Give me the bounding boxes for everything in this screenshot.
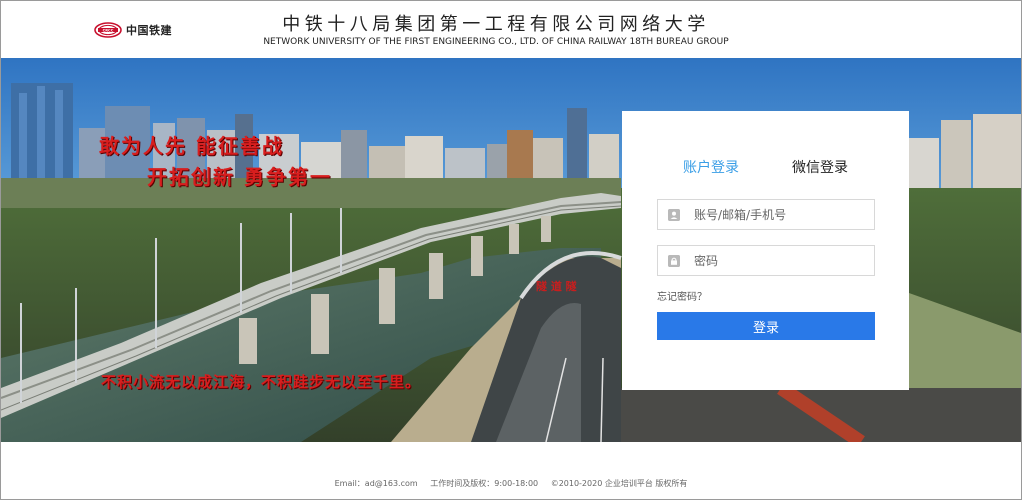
lock-icon [668, 254, 680, 267]
login-button[interactable]: 登录 [657, 312, 875, 340]
login-tabs: 账户登录 微信登录 [622, 157, 909, 179]
password-field[interactable] [657, 245, 875, 276]
footer-email: Email：ad@163.com [334, 479, 418, 488]
password-input[interactable] [692, 252, 866, 269]
page-frame: CRCC 中国铁建 中铁十八局集团第一工程有限公司网络大学 NETWORK UN… [0, 0, 1022, 500]
site-title-en: NETWORK UNIVERSITY OF THE FIRST ENGINEER… [263, 37, 729, 47]
forgot-password-link[interactable]: 忘记密码？ [657, 288, 707, 303]
user-icon [668, 208, 680, 221]
footer-copyright: ©2010-2020 企业培训平台 版权所有 [550, 479, 688, 488]
login-card: 账户登录 微信登录 账号/邮箱/手机号 忘记密码？ 登录 [622, 111, 909, 390]
site-title-cn: 中铁十八局集团第一工程有限公司网络大学 [282, 14, 710, 35]
tunnel-sign-text: 隧 道 隧 [536, 279, 577, 293]
slogan-line-3: 不积小流无以成江海，不积跬步无以至千里。 [101, 373, 422, 391]
crcc-logo-icon: CRCC [94, 22, 122, 38]
site-footer: Email：ad@163.com 工作时间及版权：9:00-18:00 ©201… [1, 442, 1021, 499]
username-field[interactable] [657, 199, 875, 230]
hero-banner: 隧 道 隧 敢为人先 能征善战 开拓创新 勇争第一 不积小流无以成江海，不积跬步… [1, 58, 1021, 442]
slogan-line-1: 敢为人先 能征善战 [99, 134, 284, 158]
footer-hours: 工作时间及版权：9:00-18:00 [430, 479, 539, 488]
tab-wechat-login[interactable]: 微信登录 [792, 157, 848, 177]
logo-text: 中国铁建 [126, 24, 172, 37]
crcc-logo-mark-text: CRCC [103, 28, 114, 32]
crcc-logo[interactable]: CRCC 中国铁建 [94, 20, 172, 40]
slogan-line-2: 开拓创新 勇争第一 [147, 165, 332, 189]
username-input[interactable] [692, 206, 866, 223]
footer-info: Email：ad@163.com 工作时间及版权：9:00-18:00 ©201… [1, 478, 1021, 489]
tab-account-login[interactable]: 账户登录 [683, 157, 739, 177]
site-header: CRCC 中国铁建 中铁十八局集团第一工程有限公司网络大学 NETWORK UN… [1, 1, 1021, 58]
